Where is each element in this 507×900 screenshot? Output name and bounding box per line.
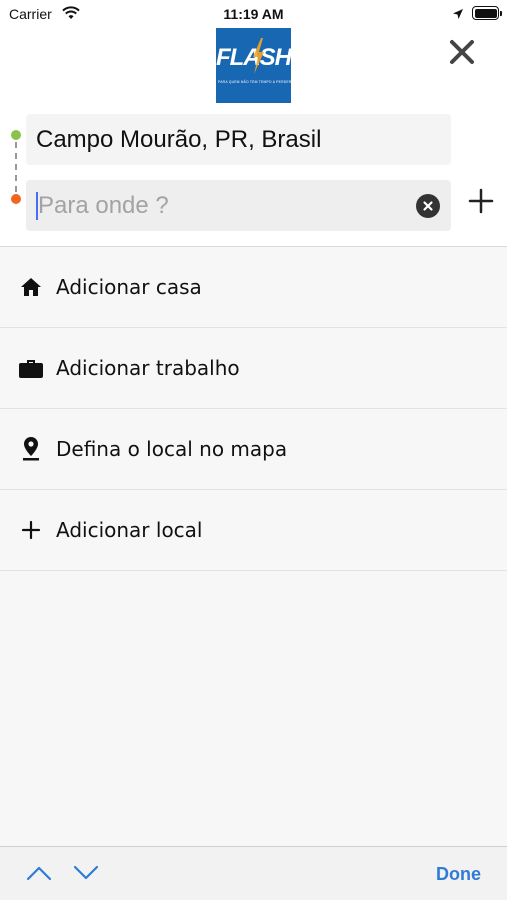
location-arrow-icon (452, 7, 464, 25)
list-item-label: Adicionar trabalho (56, 356, 240, 380)
list-item-label: Adicionar local (56, 518, 203, 542)
list-item-label: Adicionar casa (56, 275, 202, 299)
list-item-label: Defina o local no mapa (56, 437, 288, 461)
clear-icon (423, 201, 433, 211)
add-stop-button[interactable] (464, 184, 498, 218)
briefcase-icon (18, 355, 44, 381)
close-icon (450, 40, 474, 64)
origin-dot (11, 130, 21, 140)
text-cursor (36, 192, 38, 220)
plus-icon (18, 517, 44, 543)
list-item-add-work[interactable]: Adicionar trabalho (0, 328, 507, 409)
keyboard-accessory-bar: Done (0, 846, 507, 900)
done-button[interactable]: Done (436, 864, 481, 885)
status-bar: Carrier 11:19 AM (0, 0, 507, 28)
app-logo: FLASH PARA QUEM NÃO TEM TEMPO A PERDER (216, 28, 291, 103)
destination-dot (11, 194, 21, 204)
home-icon (18, 274, 44, 300)
place-options-list: Adicionar casa Adicionar trabalho Defina… (0, 247, 507, 571)
route-connector (15, 142, 17, 192)
list-item-set-on-map[interactable]: Defina o local no mapa (0, 409, 507, 490)
logo-tagline: PARA QUEM NÃO TEM TEMPO A PERDER (218, 80, 291, 84)
route-header: FLASH PARA QUEM NÃO TEM TEMPO A PERDER C… (0, 28, 507, 247)
status-time: 11:19 AM (223, 6, 284, 22)
destination-input[interactable] (26, 180, 396, 231)
destination-field[interactable] (26, 180, 451, 231)
clear-destination-button[interactable] (416, 194, 440, 218)
list-item-add-home[interactable]: Adicionar casa (0, 247, 507, 328)
chevron-up-icon (26, 866, 52, 881)
origin-value: Campo Mourão, PR, Brasil (36, 125, 322, 153)
map-pin-icon (18, 436, 44, 462)
origin-field[interactable]: Campo Mourão, PR, Brasil (26, 114, 451, 165)
next-field-button[interactable] (72, 861, 100, 885)
close-button[interactable] (446, 36, 478, 68)
lightning-bolt-icon (253, 38, 264, 74)
chevron-down-icon (73, 865, 99, 880)
battery-icon (472, 6, 502, 20)
plus-icon (468, 188, 494, 214)
previous-field-button[interactable] (25, 861, 53, 885)
list-item-add-place[interactable]: Adicionar local (0, 490, 507, 571)
